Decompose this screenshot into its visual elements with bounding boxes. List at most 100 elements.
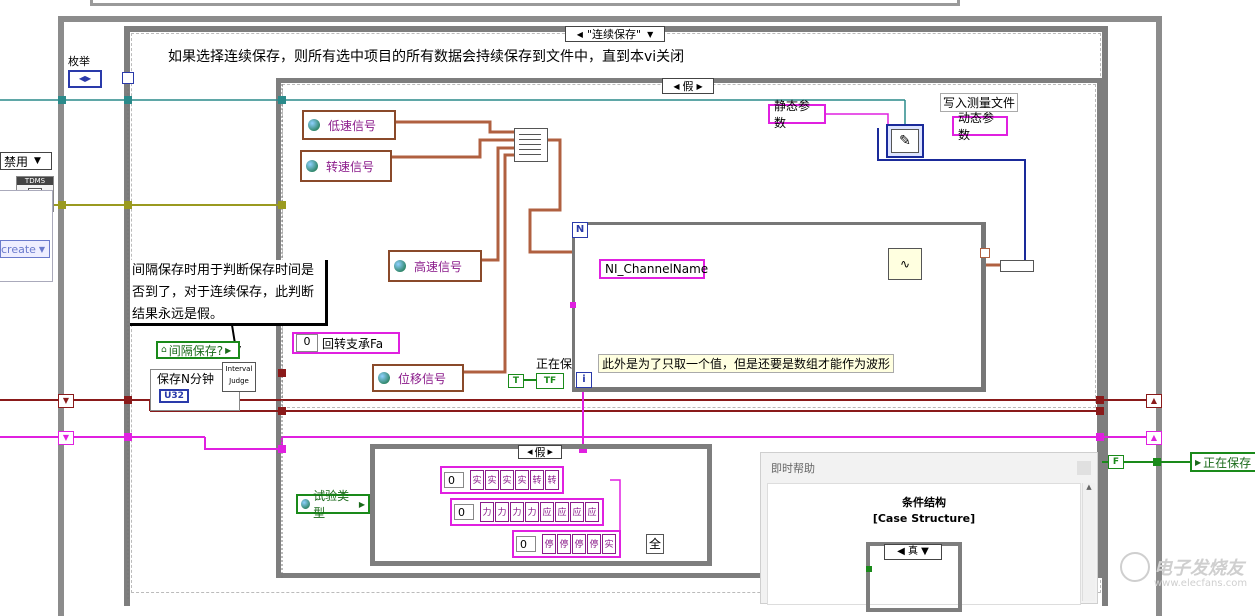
array-cell[interactable]: 力	[525, 502, 539, 522]
false-constant[interactable]: F	[1108, 455, 1124, 469]
help-window-title: 即时帮助	[771, 462, 815, 475]
true-constant[interactable]: T	[508, 374, 524, 388]
saving-label: 正在保	[536, 357, 573, 371]
displacement-signal[interactable]: 位移信号	[372, 364, 464, 392]
wire-low-speed	[395, 120, 515, 134]
tunnel-red-1	[124, 396, 132, 404]
static-params-constant[interactable]: 静态参数	[768, 99, 826, 130]
rotor-bearing-constant[interactable]: 0 回转支承Fa	[292, 332, 400, 354]
tunnel-yellow-3	[278, 201, 286, 209]
array-constant-row2[interactable]: 0 力力力力应应应应	[450, 498, 604, 526]
test-type-label: 试验类型	[313, 489, 350, 520]
waveform-icon: ∿	[899, 257, 911, 271]
array-cell[interactable]: 应	[540, 502, 554, 522]
note-box: 间隔保存时用于判断保存时间是否到了，对于连续保存，此判断结果永远是假。	[130, 260, 328, 326]
scroll-up-icon[interactable]: ▲	[1083, 483, 1095, 491]
channel-name-constant[interactable]: NI_ChannelName	[599, 259, 708, 279]
high-speed-signal[interactable]: 高速信号	[388, 250, 482, 282]
dropdown-arrow-icon: ▼	[34, 156, 41, 166]
bundle-node[interactable]	[1000, 260, 1034, 272]
build-array-node[interactable]	[514, 128, 548, 162]
help-preview-label: 真	[908, 546, 918, 557]
globe-icon	[308, 119, 320, 131]
rotate-speed-signal[interactable]: 转速信号	[300, 150, 392, 182]
array-row3-cells: 停停停停实	[542, 534, 617, 554]
array-cell[interactable]: 停	[557, 534, 571, 554]
array-index[interactable]: 0	[516, 536, 536, 552]
tf-indicator: TF	[536, 373, 564, 389]
shift-register-pink-right: ▲	[1146, 431, 1162, 445]
array-cell[interactable]: 实	[485, 470, 499, 490]
array-index[interactable]: 0	[454, 504, 474, 520]
help-content: 条件结构 [Case Structure] ◀ 真 ▼	[767, 483, 1081, 612]
interval-save-indicator[interactable]: ⌂ 间隔保存? ▶	[156, 341, 240, 359]
array-cell[interactable]: 实	[602, 534, 616, 554]
array-cell[interactable]: 实	[515, 470, 529, 490]
tunnel-pink-2	[278, 445, 286, 453]
for-loop-n: N	[572, 222, 588, 238]
saving-right-label: 正在保存	[1203, 455, 1252, 470]
globe-icon	[306, 160, 318, 172]
array-index[interactable]: 0	[444, 472, 464, 488]
enum-label: 枚举	[68, 55, 90, 68]
low-speed-signal[interactable]: 低速信号	[302, 110, 396, 140]
array-cell[interactable]: 应	[555, 502, 569, 522]
waveform-node[interactable]: ∿	[888, 248, 922, 280]
tdms-panel	[0, 190, 53, 282]
create-dropdown[interactable]: create ▼	[0, 240, 50, 258]
dynamic-params-constant[interactable]: 动态参数	[952, 111, 1008, 142]
interval-save-label: 间隔保存?	[168, 343, 224, 358]
array-cell[interactable]: 停	[587, 534, 601, 554]
test-type-control[interactable]: 试验类型 ▶	[296, 489, 370, 520]
saving-indicator-right[interactable]: ▶ 正在保存	[1190, 452, 1255, 472]
tunnel-red-3	[278, 407, 286, 415]
bottom-case-prev-icon[interactable]: ◀	[527, 448, 532, 456]
array-cell[interactable]: 应	[585, 502, 599, 522]
bottom-case-selector[interactable]: ◀ 假 ▶	[518, 445, 562, 459]
tunnel-red-2	[278, 369, 286, 377]
array-constant-row1[interactable]: 0 实实实实转转	[440, 466, 564, 494]
array-cell[interactable]: 转	[530, 470, 544, 490]
interval-arrow-icon: ▶	[225, 345, 232, 355]
help-scrollbar[interactable]: ▲	[1082, 483, 1095, 601]
array-cell[interactable]: 停	[542, 534, 556, 554]
loop-comment: 此外是为了只取一个值，但是还要是数组才能作为波形	[598, 354, 895, 373]
array-cell[interactable]: 实	[470, 470, 484, 490]
array-cell[interactable]: 力	[480, 502, 494, 522]
bottom-case-selector-label: 假	[534, 446, 546, 459]
watermark-text: 电子发烧友	[1154, 558, 1244, 579]
tdms-label: TDMS	[17, 177, 53, 185]
array-cell[interactable]: 应	[570, 502, 584, 522]
bottom-case-next-icon[interactable]: ▶	[548, 448, 553, 456]
tunnel-pink-3	[1096, 433, 1104, 441]
u32-tag: U32	[159, 389, 189, 403]
watermark-logo-icon	[1120, 552, 1150, 582]
help-preview-tunnel	[866, 566, 872, 572]
enum-control[interactable]: ◀▶	[68, 70, 102, 88]
write-measurement-file-node[interactable]: ✎	[886, 124, 924, 158]
tunnel-yellow-2	[124, 201, 132, 209]
context-help-window[interactable]: 即时帮助 条件结构 [Case Structure] ◀ 真 ▼ ▲	[760, 452, 1098, 612]
wire-high-speed	[482, 146, 515, 262]
array-cell[interactable]: 实	[500, 470, 514, 490]
help-heading: 条件结构	[902, 496, 946, 509]
array-cell[interactable]: 力	[510, 502, 524, 522]
watermark: 电子发烧友 www.elecfans.com	[1120, 548, 1250, 596]
loop-tunnel-right	[980, 248, 990, 258]
loop-tunnel-left	[570, 302, 576, 308]
array-cell[interactable]: 转	[545, 470, 559, 490]
array-constant-row3[interactable]: 0 停停停停实	[512, 530, 621, 558]
shift-register-red-left: ▼	[58, 394, 74, 408]
tunnel-teal-inner2	[124, 96, 132, 104]
interval-judge-node[interactable]: Interval Judge	[222, 362, 256, 392]
disable-dropdown[interactable]: 禁用 ▼	[0, 152, 52, 170]
home-icon: ▶	[1195, 457, 1202, 467]
build-array-icon	[519, 133, 541, 155]
help-preview-selector: ◀ 真 ▼	[884, 544, 942, 560]
help-close-button[interactable]	[1077, 461, 1091, 475]
rotor-bearing-label: 回转支承Fa	[322, 336, 384, 351]
array-cell[interactable]: 停	[572, 534, 586, 554]
array-cell[interactable]: 力	[495, 502, 509, 522]
tunnel-red-4	[1096, 396, 1104, 404]
note-text: 间隔保存时用于判断保存时间是否到了，对于连续保存，此判断结果永远是假。	[132, 263, 315, 322]
